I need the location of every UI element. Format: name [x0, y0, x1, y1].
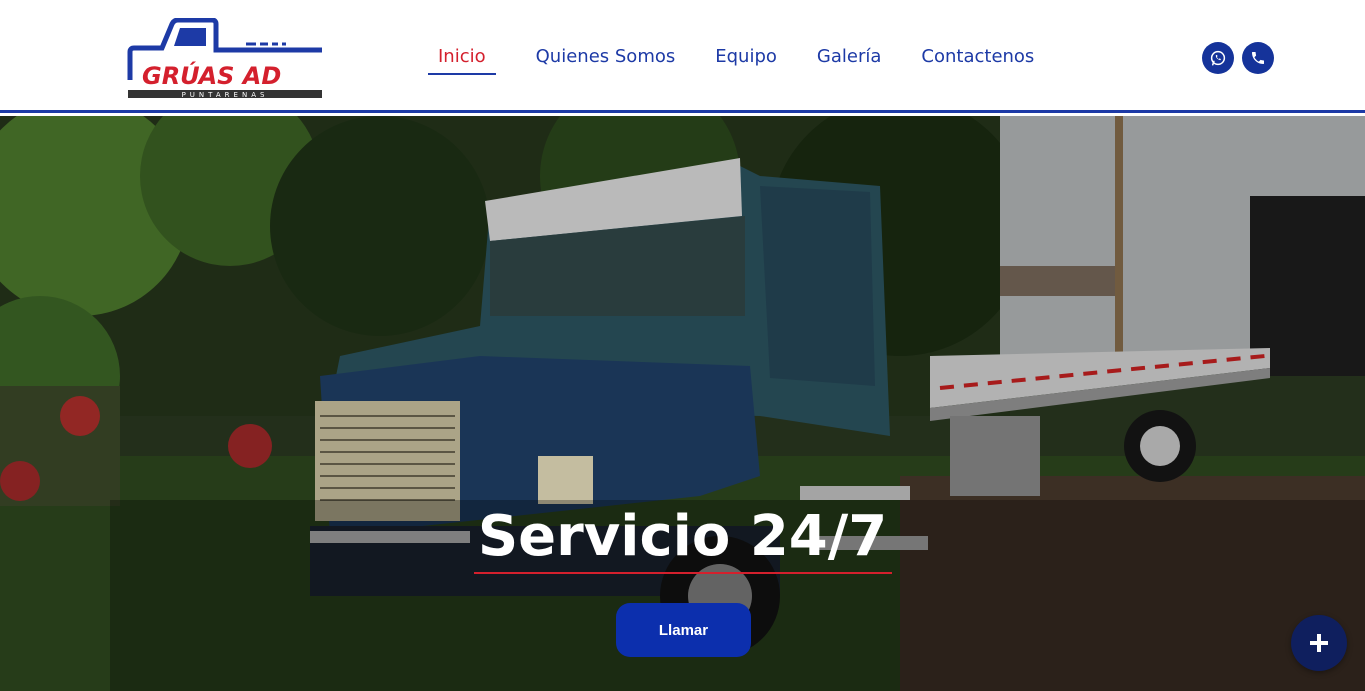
social-links: [1202, 42, 1274, 74]
phone-button[interactable]: [1242, 42, 1274, 74]
nav-item-galeria[interactable]: Galería: [817, 44, 882, 75]
main-nav: Inicio Quienes Somos Equipo Galería Cont…: [428, 44, 1034, 75]
nav-item-equipo[interactable]: Equipo: [715, 44, 777, 75]
plus-icon: [1310, 634, 1328, 652]
hero-title-underline: [474, 572, 892, 574]
nav-item-inicio[interactable]: Inicio: [428, 44, 496, 75]
svg-text:GRÚAS AD: GRÚAS AD: [142, 60, 281, 90]
hero-section: Servicio 24/7 Llamar: [0, 116, 1365, 691]
call-button[interactable]: Llamar: [616, 603, 751, 657]
floating-action-button[interactable]: [1291, 615, 1347, 671]
svg-text:PUNTARENAS: PUNTARENAS: [182, 91, 269, 99]
whatsapp-icon: [1210, 50, 1226, 66]
hero-title: Servicio 24/7: [477, 504, 888, 569]
whatsapp-button[interactable]: [1202, 42, 1234, 74]
tow-truck-logo-icon: PUNTARENAS GRÚAS AD: [127, 17, 322, 99]
nav-item-quienes-somos[interactable]: Quienes Somos: [536, 44, 676, 75]
site-header: PUNTARENAS GRÚAS AD Inicio Quienes Somos…: [0, 0, 1365, 113]
phone-icon: [1252, 52, 1264, 64]
nav-item-contactenos[interactable]: Contactenos: [921, 44, 1034, 75]
brand-logo[interactable]: PUNTARENAS GRÚAS AD: [126, 17, 324, 100]
